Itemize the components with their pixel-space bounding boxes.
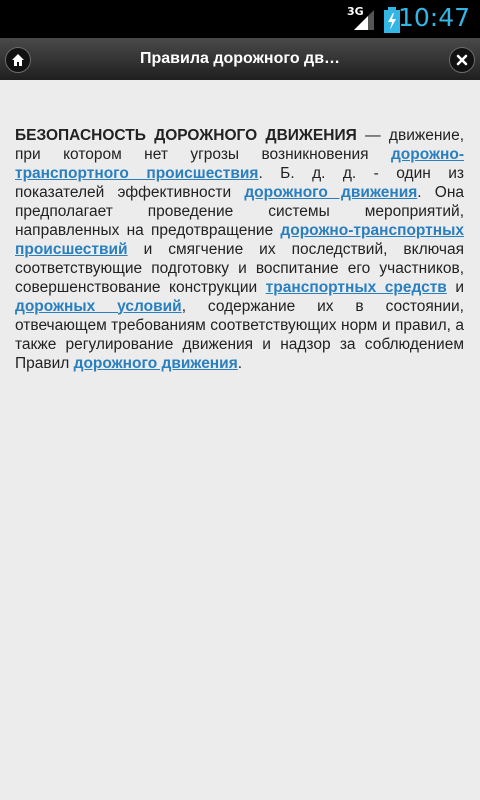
link-road-conditions[interactable]: дорожных условий xyxy=(15,298,182,315)
home-button[interactable] xyxy=(5,47,31,73)
article-text: БЕЗОПАСНОСТЬ ДОРОЖНОГО ДВИЖЕНИЯ — движен… xyxy=(15,126,464,373)
action-bar: Правила дорожного дв… xyxy=(0,38,480,81)
status-bar: 3G 10:47 xyxy=(0,0,480,38)
article-text-segment: . xyxy=(237,354,243,372)
link-road-traffic[interactable]: дорожного движения xyxy=(244,184,417,201)
content-area: БЕЗОПАСНОСТЬ ДОРОЖНОГО ДВИЖЕНИЯ — движен… xyxy=(0,80,480,800)
article-term: БЕЗОПАСНОСТЬ ДОРОЖНОГО ДВИЖЕНИЯ xyxy=(15,126,357,144)
close-icon xyxy=(456,54,468,66)
link-vehicles[interactable]: транспортных средств xyxy=(266,279,447,296)
home-icon xyxy=(12,54,24,66)
signal-icon xyxy=(354,10,374,30)
link-road-traffic-2[interactable]: дорожного движения xyxy=(74,355,238,372)
page-title: Правила дорожного дв… xyxy=(139,50,341,67)
close-button[interactable] xyxy=(449,47,475,73)
article-text-segment: и xyxy=(446,278,464,296)
clock: 10:47 xyxy=(397,3,470,32)
